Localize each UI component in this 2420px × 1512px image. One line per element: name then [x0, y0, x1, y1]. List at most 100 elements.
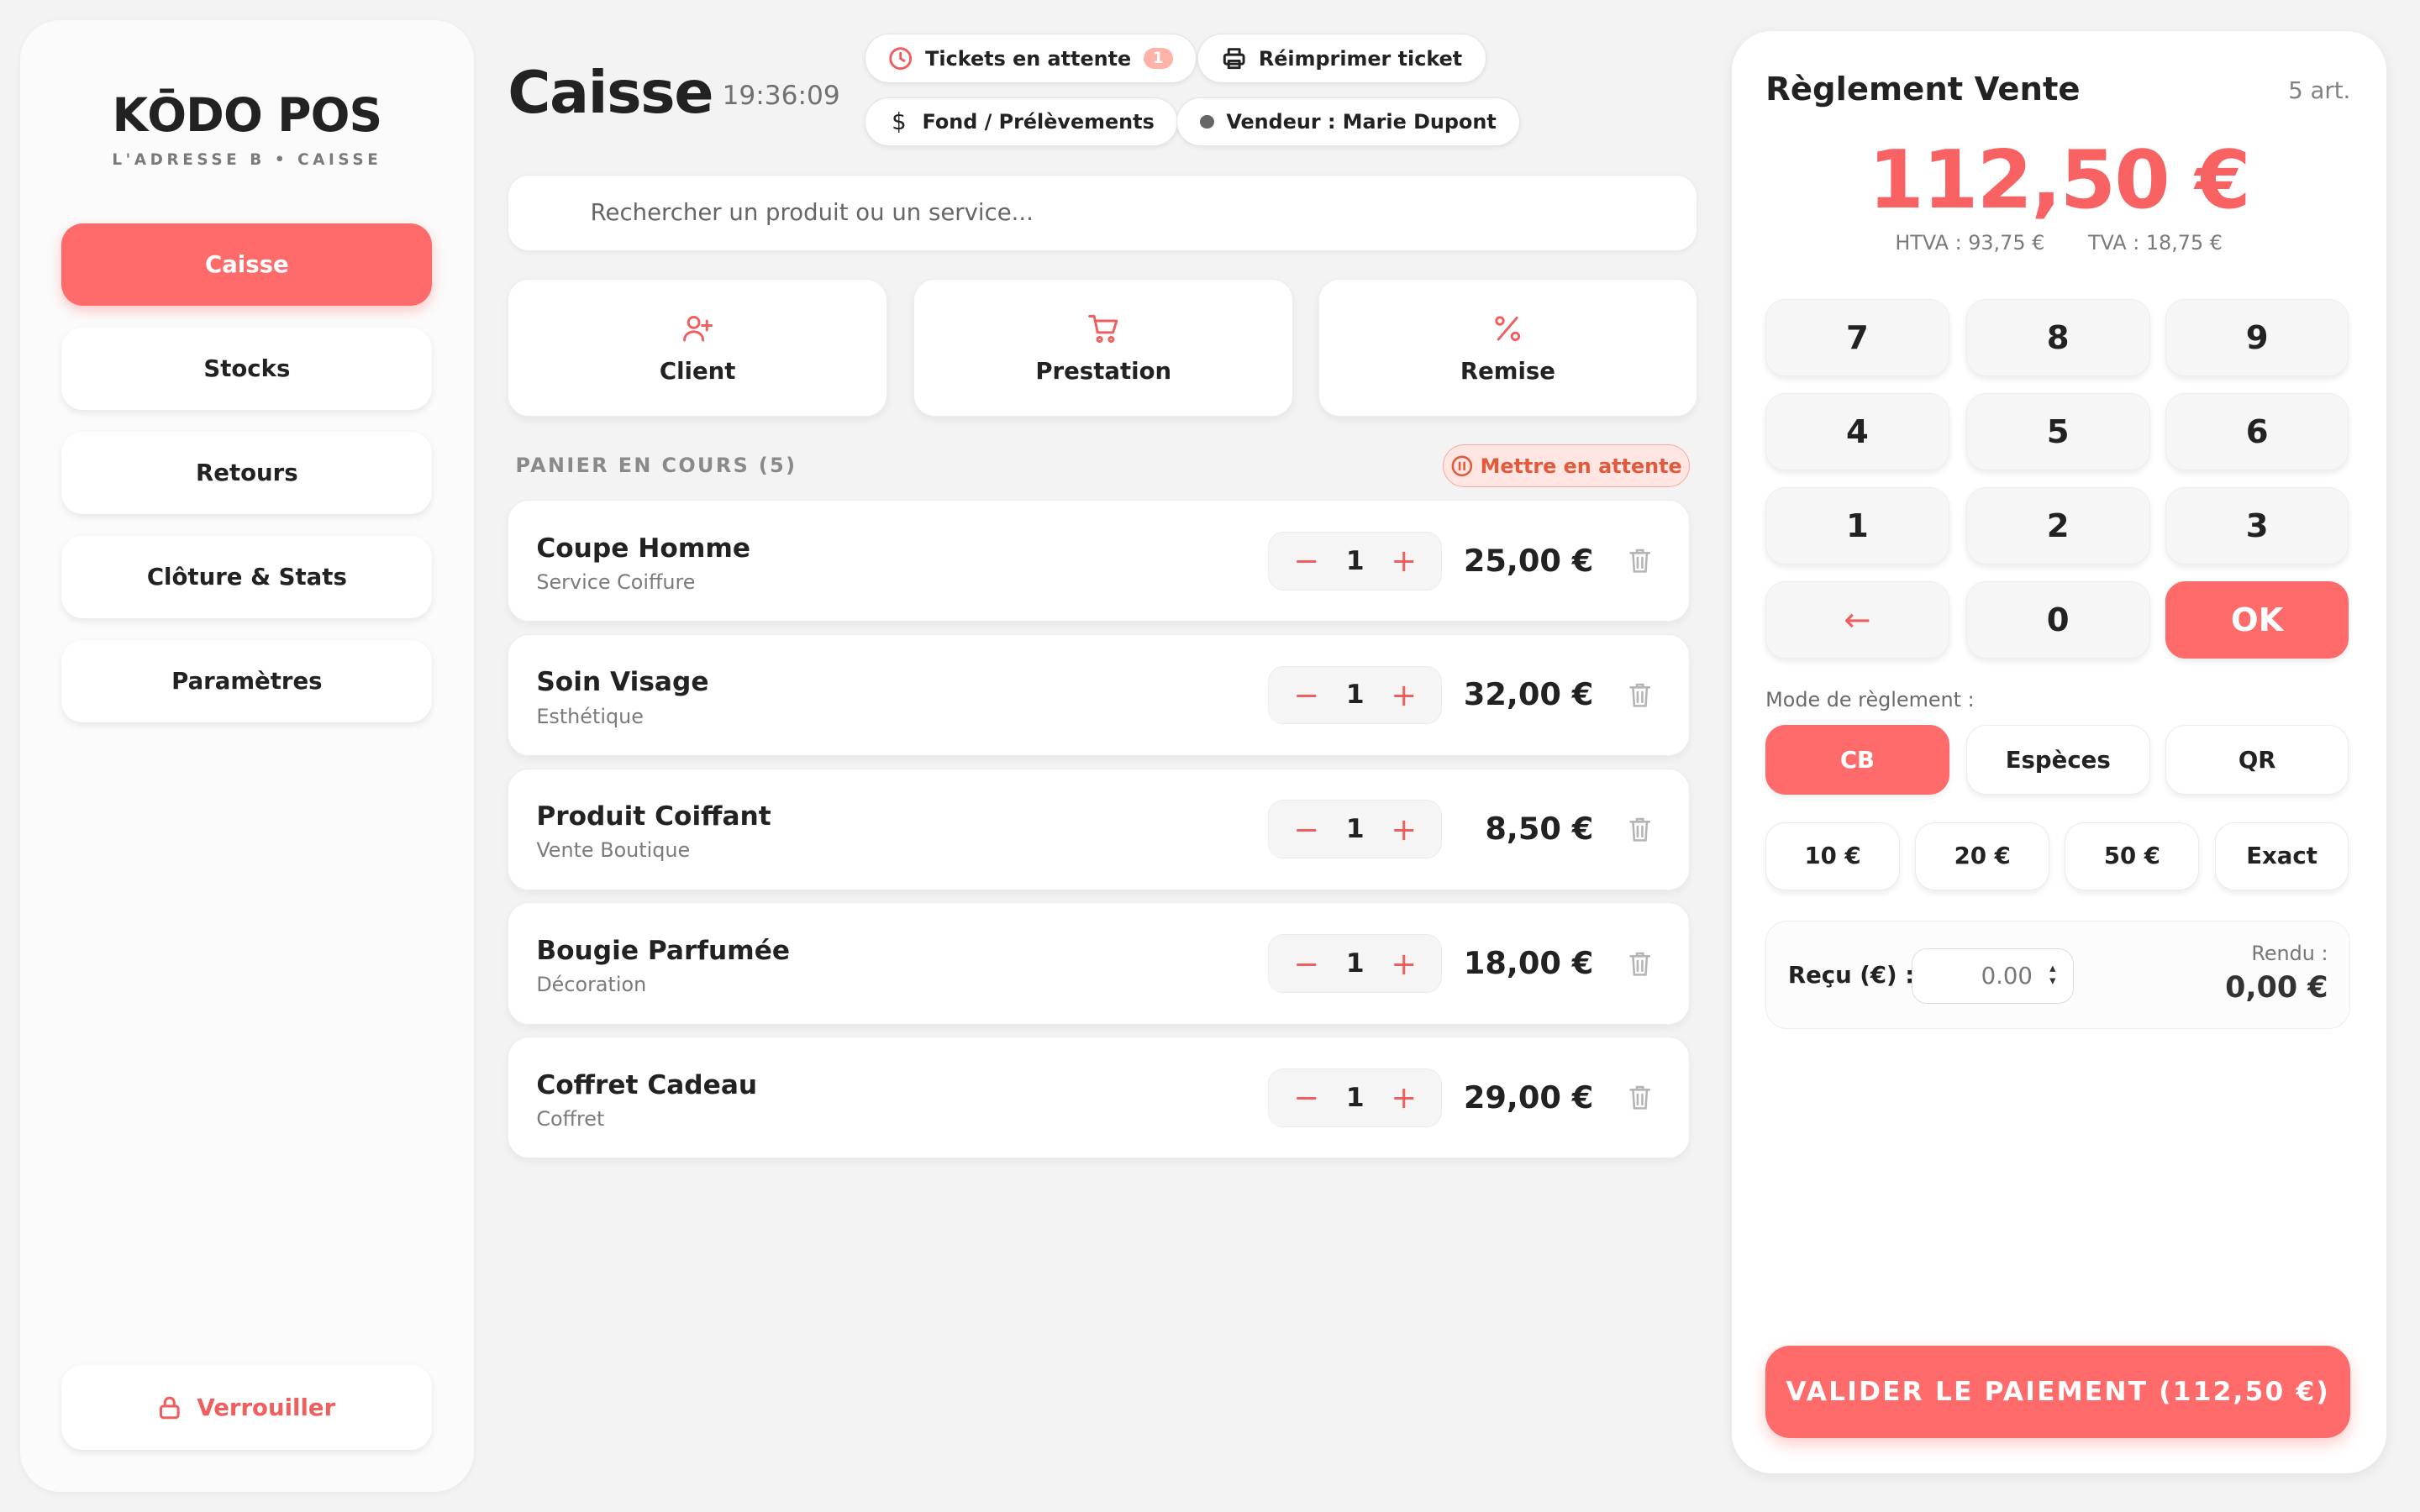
cart-row: Produit Coiffant Vente Boutique − 1 + 8,…	[508, 768, 1691, 890]
cart-icon	[1088, 314, 1118, 343]
seller-button[interactable]: Vendeur : Marie Dupont	[1176, 97, 1521, 147]
htva-amount: HTVA : 93,75 €	[1895, 231, 2045, 255]
float-withdrawals-button[interactable]: $ Fond / Prélèvements	[864, 97, 1179, 147]
mode-cash-button[interactable]: Espèces	[1965, 725, 2150, 795]
brand-name: KŌDO POS	[112, 87, 382, 142]
trash-icon[interactable]	[1628, 950, 1652, 978]
quantity-stepper: − 1 +	[1267, 665, 1443, 725]
key-7[interactable]: 7	[1765, 299, 1949, 377]
decrease-button[interactable]: −	[1289, 543, 1323, 579]
item-price: 29,00 €	[1463, 1079, 1594, 1116]
page-title: Caisse	[508, 58, 713, 127]
cart-heading: PANIER EN COURS (5)	[515, 453, 797, 477]
lock-button[interactable]: Verrouiller	[61, 1365, 433, 1451]
trash-icon[interactable]	[1628, 681, 1652, 709]
mode-cb-button[interactable]: CB	[1765, 725, 1949, 795]
tax-summary: HTVA : 93,75 € TVA : 18,75 €	[1732, 231, 2386, 255]
sidebar-item-retours[interactable]: Retours	[61, 432, 433, 514]
trash-icon[interactable]	[1628, 547, 1652, 575]
brand-subtitle: L'ADRESSE B • CAISSE	[112, 150, 382, 169]
key-4[interactable]: 4	[1765, 393, 1949, 471]
add-user-icon	[683, 315, 713, 342]
change-label: Rendu :	[2251, 942, 2328, 966]
search-input[interactable]: Rechercher un produit ou un service...	[508, 174, 1698, 252]
ok-key[interactable]: OK	[2165, 581, 2349, 659]
cart-row: Coupe Homme Service Coiffure − 1 + 25,00…	[508, 500, 1691, 622]
item-price: 25,00 €	[1463, 542, 1594, 579]
lock-label: Verrouiller	[197, 1394, 336, 1421]
received-label: Reçu (€) :	[1787, 962, 1915, 990]
trash-icon[interactable]	[1628, 816, 1652, 843]
decrease-button[interactable]: −	[1289, 946, 1323, 982]
quick-amount-50[interactable]: 50 €	[2065, 822, 2200, 890]
increase-button[interactable]: +	[1387, 543, 1421, 579]
key-0[interactable]: 0	[1965, 581, 2150, 659]
key-8[interactable]: 8	[1965, 299, 2150, 377]
decrease-button[interactable]: −	[1289, 677, 1323, 713]
item-category: Coffret	[536, 1106, 605, 1131]
item-count: 5 art.	[2288, 76, 2351, 104]
item-price: 8,50 €	[1485, 811, 1594, 848]
client-button[interactable]: Client	[508, 279, 888, 417]
increase-button[interactable]: +	[1387, 946, 1421, 982]
pending-tickets-button[interactable]: Tickets en attente 1	[864, 34, 1197, 84]
quantity-stepper: − 1 +	[1267, 934, 1443, 993]
item-category: Vente Boutique	[536, 838, 691, 863]
key-2[interactable]: 2	[1965, 487, 2150, 565]
dollar-icon: $	[892, 108, 907, 136]
client-label: Client	[659, 357, 736, 385]
key-6[interactable]: 6	[2165, 393, 2349, 471]
cart-row: Bougie Parfumée Décoration − 1 + 18,00 €	[508, 902, 1691, 1025]
logo: KŌDO POS L'ADRESSE B • CAISSE	[20, 88, 474, 169]
reprint-ticket-label: Réimprimer ticket	[1258, 46, 1463, 71]
clock-icon	[889, 47, 913, 71]
status-dot-icon	[1200, 114, 1214, 129]
item-category: Service Coiffure	[536, 570, 696, 594]
sidebar-nav: Caisse Stocks Retours Clôture & Stats Pa…	[61, 223, 433, 744]
decrease-button[interactable]: −	[1289, 1079, 1323, 1116]
mode-qr-button[interactable]: QR	[2165, 725, 2349, 795]
quick-amount-20[interactable]: 20 €	[1915, 822, 2050, 890]
key-1[interactable]: 1	[1765, 487, 1949, 565]
prestation-button[interactable]: Prestation	[913, 279, 1294, 417]
item-category: Esthétique	[536, 704, 644, 728]
total-amount: 112,50 €	[1868, 132, 2250, 227]
backspace-key[interactable]: ←	[1765, 581, 1949, 659]
key-3[interactable]: 3	[2165, 487, 2349, 565]
sidebar: KŌDO POS L'ADRESSE B • CAISSE Caisse Sto…	[19, 19, 474, 1493]
item-name: Coffret Cadeau	[536, 1069, 758, 1100]
item-price: 18,00 €	[1463, 945, 1594, 982]
remise-label: Remise	[1460, 357, 1555, 385]
pos-screen: KŌDO POS L'ADRESSE B • CAISSE Caisse Sto…	[0, 0, 2420, 1512]
cart-row: Coffret Cadeau Coffret − 1 + 29,00 €	[508, 1037, 1691, 1159]
received-amount-input[interactable]: 0.00 ▴ ▾	[1911, 948, 2074, 1004]
increase-button[interactable]: +	[1387, 811, 1421, 848]
decrease-button[interactable]: −	[1289, 811, 1323, 848]
sidebar-item-cloture[interactable]: Clôture & Stats	[61, 536, 433, 618]
item-name: Produit Coiffant	[536, 801, 771, 832]
key-9[interactable]: 9	[2165, 299, 2349, 377]
remise-button[interactable]: Remise	[1318, 279, 1698, 417]
increase-button[interactable]: +	[1387, 677, 1421, 713]
tva-amount: TVA : 18,75 €	[2087, 231, 2223, 255]
quick-amount-10[interactable]: 10 €	[1765, 822, 1900, 890]
number-spinner-icon[interactable]: ▴ ▾	[2049, 962, 2055, 987]
item-category: Décoration	[536, 973, 647, 997]
printer-icon	[1223, 48, 1245, 70]
payment-title: Règlement Vente	[1765, 71, 2081, 109]
item-name: Bougie Parfumée	[536, 936, 791, 967]
sidebar-item-parametres[interactable]: Paramètres	[61, 640, 433, 722]
sidebar-item-caisse[interactable]: Caisse	[61, 223, 433, 306]
validate-payment-button[interactable]: VALIDER LE PAIEMENT (112,50 €)	[1765, 1345, 2351, 1438]
sidebar-item-stocks[interactable]: Stocks	[61, 328, 433, 410]
quantity-stepper: − 1 +	[1267, 531, 1443, 591]
quick-amount-exact[interactable]: Exact	[2214, 822, 2349, 890]
hold-sale-button[interactable]: Mettre en attente	[1443, 444, 1691, 488]
trash-icon[interactable]	[1628, 1084, 1652, 1111]
key-5[interactable]: 5	[1965, 393, 2150, 471]
increase-button[interactable]: +	[1387, 1079, 1421, 1116]
pending-tickets-badge: 1	[1143, 48, 1173, 70]
reprint-ticket-button[interactable]: Réimprimer ticket	[1197, 34, 1486, 84]
hold-sale-label: Mettre en attente	[1480, 454, 1682, 478]
quantity-stepper: − 1 +	[1267, 1068, 1443, 1127]
